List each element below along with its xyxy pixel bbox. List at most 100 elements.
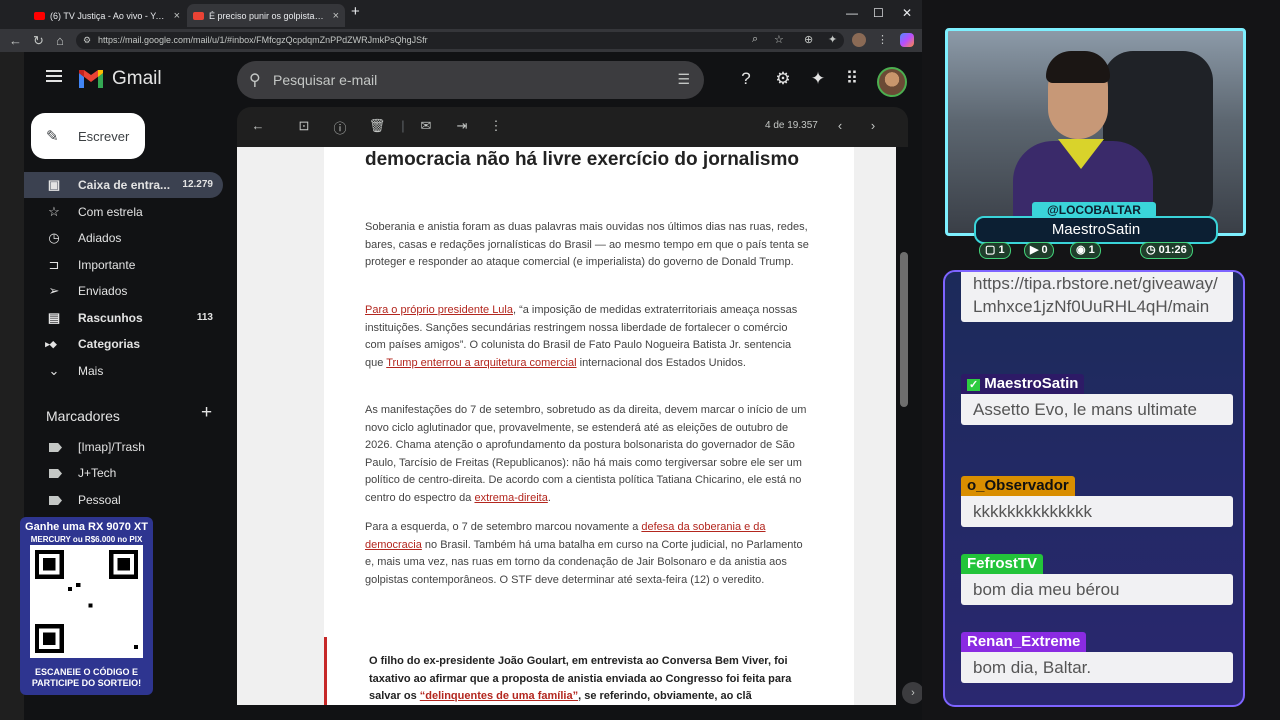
delete-icon[interactable]: 🗑 (368, 118, 386, 134)
chat-username: FefrostTV (961, 554, 1044, 574)
streamer-display-name: MaestroSatin (974, 216, 1218, 244)
extensions-icon[interactable]: ⊕ (804, 33, 813, 46)
account-avatar[interactable] (877, 67, 907, 97)
settings-gear-icon[interactable]: ⚙ (772, 69, 794, 89)
close-window-button[interactable]: ✕ (902, 6, 912, 20)
paragraph-3-text-a: As manifestações do 7 de setembro, sobre… (365, 404, 807, 504)
promo-cta: ESCANEIE O CÓDIGO E PARTICIPE DO SORTEIO… (31, 667, 142, 688)
bookmark-star-icon[interactable]: ☆ (774, 33, 784, 46)
sidebar-item-rascunhos[interactable]: ▤ Rascunhos 113 (24, 305, 223, 331)
sidebar-label-jtech[interactable]: J+Tech (24, 461, 223, 485)
sidebar-item-label: Rascunhos (78, 311, 143, 325)
chat-message: o_Observador kkkkkkkkkkkkkk (961, 476, 1233, 527)
chevron-down-icon: ⌄ (48, 363, 60, 378)
compose-label: Escrever (78, 129, 130, 144)
qr-code (30, 545, 143, 658)
sidebar-item-enviados[interactable]: ➢ Enviados (24, 278, 223, 304)
promo-subtitle: MERCURY ou R$6.000 no PIX (30, 535, 143, 544)
timer-icon: ◷ (1146, 244, 1159, 256)
profile-icon[interactable] (852, 33, 866, 47)
tab-gmail[interactable]: É preciso punir os golpistas, pois não h… (187, 4, 345, 27)
new-tab-button[interactable]: + (351, 3, 360, 20)
minimize-button[interactable]: — (846, 6, 858, 20)
main-menu-icon[interactable] (46, 70, 62, 82)
home-icon[interactable]: ⌂ (56, 33, 64, 48)
apps-grid-icon[interactable]: ⠿ (841, 69, 863, 89)
label-tag-icon (49, 443, 62, 452)
youtube-icon (34, 11, 45, 20)
side-panel-toggle-icon[interactable]: › (902, 682, 924, 704)
newer-message-icon[interactable]: ‹ (831, 118, 849, 133)
link-trump-arquitetura[interactable]: Trump enterrou a arquitetura comercial (386, 357, 576, 369)
sidebar-item-adiados[interactable]: ◷ Adiados (24, 225, 223, 251)
important-icon: ⊐ (48, 257, 60, 272)
back-icon[interactable]: ← (9, 33, 22, 48)
back-to-inbox-icon[interactable]: ← (249, 118, 267, 133)
inbox-icon: ▣ (47, 177, 61, 192)
search-bar[interactable]: ⚲ Pesquisar e-mail ☰ (237, 61, 704, 99)
message-toolbar: ← ⊡ ⓘ 🗑 | ✉ ⇥ ⋮ 4 de 19.357 ‹ › (237, 107, 908, 147)
move-to-icon[interactable]: ⇥ (453, 118, 471, 134)
pencil-icon: ✎ (46, 128, 59, 145)
link-extrema-direita[interactable]: extrema-direita (474, 492, 547, 504)
toolbar-divider: | (401, 118, 405, 133)
chat-message: https://tipa.rbstore.net/giveaway/Lmhxce… (961, 272, 1233, 322)
verified-badge-icon: ✓ (967, 379, 981, 391)
chat-text: bom dia, Baltar. (961, 652, 1233, 683)
report-spam-icon[interactable]: ⓘ (331, 118, 349, 137)
puzzle-icon[interactable]: ✦ (828, 33, 837, 46)
sidebar-item-label: Enviados (78, 284, 128, 298)
mark-unread-icon[interactable]: ✉ (417, 118, 435, 134)
gemini-icon[interactable]: ✦ (807, 69, 829, 89)
stat-value: 0 (1041, 244, 1048, 256)
chat-text: kkkkkkkkkkkkkk (961, 496, 1233, 527)
paragraph-3-text-b: . (547, 491, 551, 504)
menu-icon[interactable]: ⋮ (877, 33, 888, 46)
compose-button[interactable]: ✎ Escrever (31, 113, 145, 159)
close-icon[interactable]: × (174, 10, 180, 22)
reload-icon[interactable]: ↻ (33, 33, 44, 49)
quote-text-b: , se referindo, obviamente, ao clã (578, 690, 752, 702)
sidebar-item-label: Mais (78, 364, 104, 378)
article-headline: democracia não há livre exercício do jor… (365, 149, 800, 170)
sidebar-item-caixa-de-entra[interactable]: ▣ Caixa de entra... 12.279 (24, 172, 223, 198)
chat-message: Renan_Extreme bom dia, Baltar. (961, 632, 1233, 683)
sidebar-item-label: Com estrela (78, 205, 143, 219)
paragraph-4-text-b: no Brasil. Também há uma batalha em curs… (365, 538, 803, 586)
zoom-icon[interactable]: ⌕ (752, 33, 758, 46)
promo-title: Ganhe uma RX 9070 XT (25, 521, 148, 533)
search-icon[interactable]: ⚲ (249, 70, 261, 90)
close-icon[interactable]: × (333, 10, 339, 22)
username-text: MaestroSatin (984, 375, 1079, 392)
label-name: J+Tech (78, 466, 117, 480)
search-options-icon[interactable]: ☰ (677, 71, 690, 88)
url-field[interactable]: ⚙ https://mail.google.com/mail/u/1/#inbo… (76, 32, 844, 49)
more-options-icon[interactable]: ⋮ (487, 118, 505, 134)
chat-text: bom dia meu bérou (961, 574, 1233, 605)
quote-text: O filho do ex-presidente João Goulart, e… (369, 653, 814, 705)
link-delinquentes[interactable]: “delinquentes de uma família” (420, 690, 578, 702)
sidebar-item-importante[interactable]: ⊐ Importante (24, 252, 223, 278)
paragraph-2: Para o próprio presidente Lula, “a impos… (365, 302, 811, 372)
email-body: democracia não há livre exercício do jor… (237, 147, 896, 705)
help-icon[interactable]: ? (735, 69, 757, 89)
sidebar-item-categorias[interactable]: ▸◆ Categorias (24, 331, 223, 357)
archive-icon[interactable]: ⊡ (295, 118, 313, 134)
url-text: https://mail.google.com/mail/u/1/#inbox/… (98, 35, 428, 45)
copilot-icon[interactable] (900, 33, 914, 47)
add-label-icon[interactable]: + (201, 402, 212, 424)
maximize-button[interactable]: ☐ (873, 6, 884, 20)
sidebar-label-imap-trash[interactable]: [Imap]/Trash (24, 435, 223, 459)
tab-title: É preciso punir os golpistas, pois não h… (209, 10, 328, 21)
tab-youtube[interactable]: (6) TV Justiça - Ao vivo - YouTube × (28, 4, 186, 27)
newsletter-card: democracia não há livre exercício do jor… (324, 147, 854, 705)
link-lula[interactable]: Para o próprio presidente Lula (365, 304, 513, 316)
sidebar-label-pessoal[interactable]: Pessoal (24, 488, 223, 512)
site-info-icon[interactable]: ⚙ (83, 32, 91, 49)
sidebar-item-mais[interactable]: ⌄ Mais (24, 358, 223, 384)
label-tag-icon (49, 496, 62, 505)
sidebar-item-com-estrela[interactable]: ☆ Com estrela (24, 199, 223, 225)
email-scrollbar[interactable] (900, 252, 908, 407)
older-message-icon[interactable]: › (864, 118, 882, 133)
search-input[interactable]: Pesquisar e-mail (273, 72, 377, 88)
